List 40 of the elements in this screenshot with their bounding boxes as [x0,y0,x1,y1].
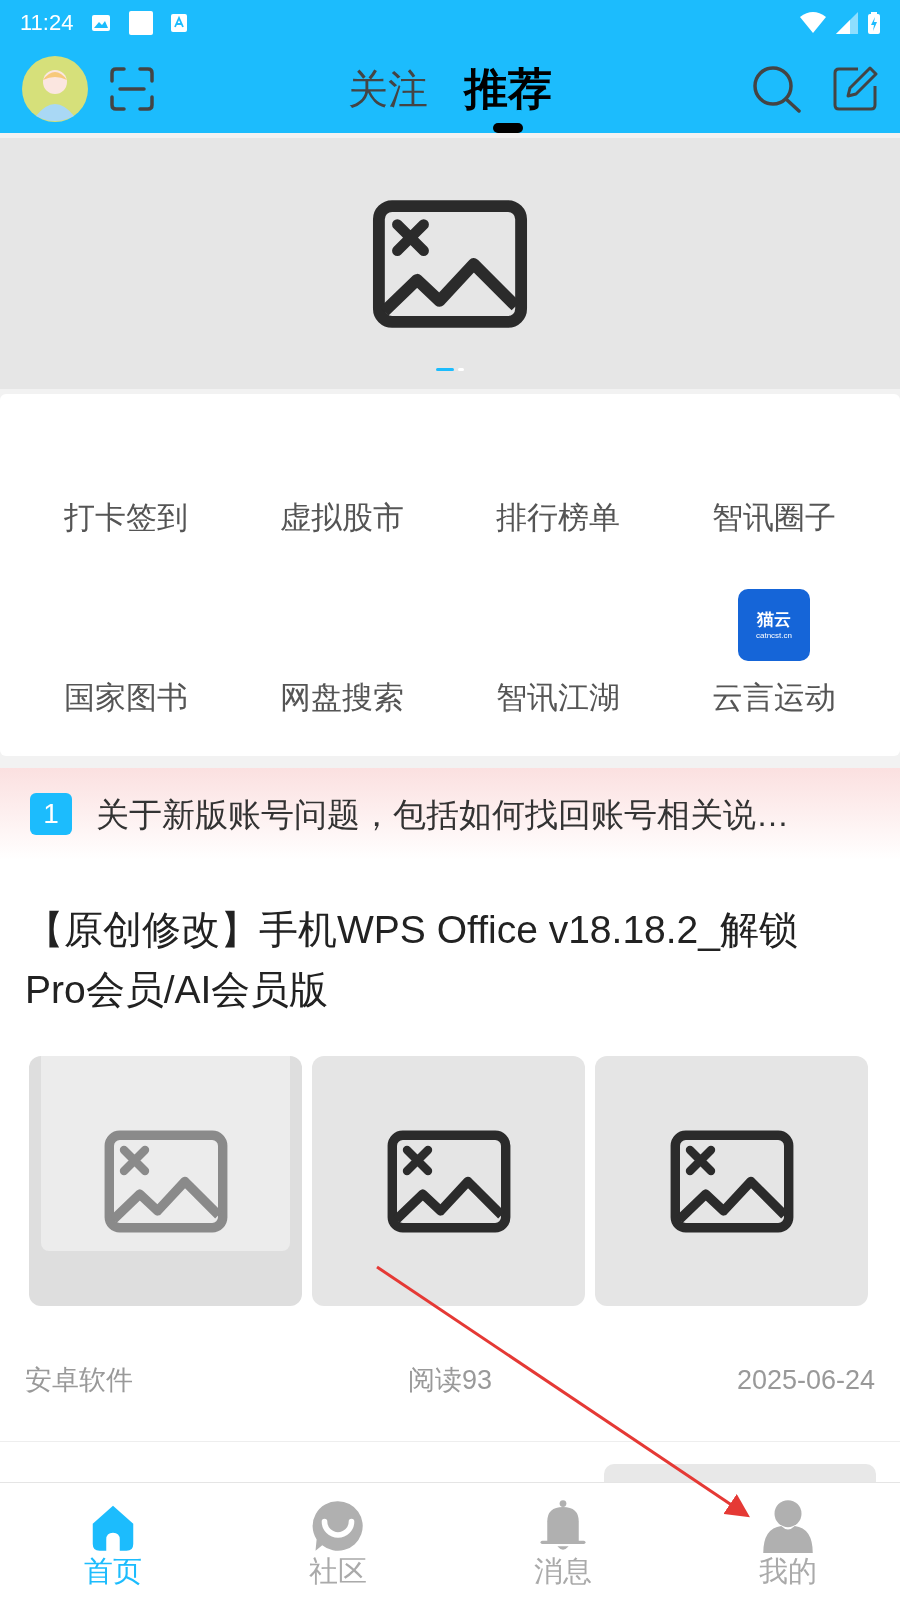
banner[interactable] [0,138,900,390]
square-icon [129,10,154,35]
shortcut-label[interactable]: 打卡签到 [64,494,188,542]
article-category: 安卓软件 [25,1363,133,1397]
notice-badge: 1 [30,793,72,836]
shortcut-label[interactable]: 排行榜单 [496,494,620,542]
status-time: 11:24 [20,9,74,37]
user-icon [760,1498,815,1553]
shortcut-label[interactable]: 国家图书 [64,674,188,722]
chat-icon [310,1498,365,1553]
shortcut-label[interactable]: 智讯江湖 [496,674,620,722]
shortcut-label[interactable]: 虚拟股市 [280,494,404,542]
broken-image-icon [102,1128,229,1234]
tab[interactable]: 关注 [348,69,428,109]
shortcut-label[interactable]: 智讯圈子 [712,494,836,542]
image-placeholder[interactable] [595,1056,868,1307]
image-icon [91,13,112,32]
article-date: 2025-06-24 [736,1363,875,1397]
tab-indicator [493,123,523,133]
view-count: 阅读93 [407,1363,492,1397]
scan-icon[interactable] [110,67,154,111]
shortcut-label[interactable]: 网盘搜索 [280,674,404,722]
edit-icon[interactable] [832,66,878,112]
broken-image-icon [385,1128,512,1234]
search-icon[interactable] [752,65,802,113]
logo-subtitle: catncst.cn [756,630,792,641]
signal-icon [836,11,858,34]
wifi-icon [800,11,826,34]
broken-image-icon [371,197,529,330]
battery-icon [868,11,880,34]
shortcut-label[interactable]: 云言运动 [712,674,836,722]
logo-title: 猫云 [757,609,791,631]
font-icon [171,13,188,32]
image-placeholder[interactable] [312,1056,585,1307]
article-thumbnail[interactable] [604,1464,876,1483]
notice-bar[interactable]: 1 关于新版账号问题，包括如何找回账号相关说… [0,768,900,861]
broken-image-icon [668,1128,795,1234]
tab[interactable]: 推荐 [464,67,552,111]
notice-text: 关于新版账号问题，包括如何找回账号相关说… [96,794,789,835]
article-title[interactable]: 【原创修改】手机WPS Office v18.18.2_解锁Pro会员/AI会员版 [25,900,875,1021]
